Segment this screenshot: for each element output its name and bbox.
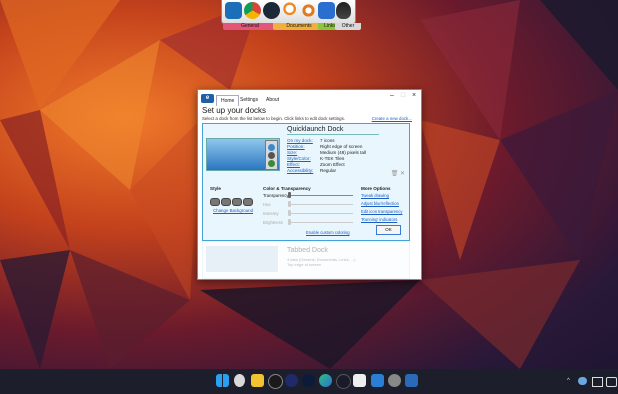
icon-transparency-link[interactable]: Edit icon transparency [361, 209, 402, 214]
top-dock-bar [221, 0, 356, 24]
onedrive-icon[interactable] [578, 377, 587, 385]
prop-icons-link[interactable]: On my dock: [287, 138, 319, 144]
network-icon[interactable] [606, 377, 617, 387]
penguin-icon[interactable] [336, 2, 351, 19]
dock-settings-window: e Home Settings About – □ × Set up your … [197, 89, 422, 280]
prop-style-link[interactable]: Style/Color: [287, 156, 319, 162]
app-icon-2[interactable] [302, 374, 315, 387]
style-options[interactable] [210, 198, 254, 208]
instructions-text: Select a dock from the list below to beg… [202, 116, 346, 121]
maximize-icon[interactable]: □ [398, 92, 408, 100]
app-logo-icon: e [201, 94, 214, 103]
slider-track [288, 213, 353, 214]
edge-icon[interactable] [319, 374, 332, 387]
hue-slider: Hue [263, 201, 353, 207]
tab-settings[interactable]: Settings [236, 95, 262, 105]
style-heading: Style [210, 186, 221, 191]
slider-thumb[interactable] [288, 192, 291, 198]
network-icon[interactable] [300, 2, 317, 19]
prop-style-value: K-TEK Tiles [320, 156, 345, 161]
chevron-up-icon[interactable]: ^ [567, 377, 570, 385]
browser-icon[interactable] [336, 374, 351, 389]
tab-about[interactable]: About [262, 95, 283, 105]
preview-dock [265, 140, 278, 170]
slider-thumb [288, 201, 291, 207]
enable-custom-coloring-link[interactable]: Enable custom coloring [306, 230, 350, 235]
brightness-slider: Brightness [263, 219, 353, 225]
style-swatch[interactable] [210, 198, 220, 206]
dock-summary-line: Top edge of screen [287, 262, 322, 267]
dock-tab-other[interactable]: Other [335, 23, 361, 30]
style-swatch[interactable] [232, 198, 242, 206]
dock-name: Quicklaunch Dock [287, 126, 344, 133]
page-title: Set up your docks [202, 106, 267, 115]
intensity-slider: Intensity [263, 210, 353, 216]
top-dock: General Documents Links Other [221, 0, 361, 30]
style-swatch[interactable] [221, 198, 231, 206]
prop-effect-value: Zoom Effect [320, 162, 345, 167]
change-background-link[interactable]: Change Background [213, 208, 253, 213]
dock-preview-image [206, 138, 280, 171]
minimize-icon[interactable]: – [387, 92, 397, 100]
prop-accessibility-link[interactable]: Accessibility: [287, 168, 319, 174]
slider-label: Hue [263, 202, 271, 207]
dock-app-icon[interactable] [405, 374, 418, 387]
dock-tab-general[interactable]: General [223, 23, 277, 30]
dock-preview-image [206, 246, 278, 272]
slider-thumb [288, 210, 291, 216]
dock-panel-tabbed[interactable]: Tabbed Dock 4 tabs (General, Documents, … [202, 241, 410, 279]
ok-button[interactable]: OK [376, 225, 401, 235]
slider-track[interactable] [288, 195, 353, 196]
delete-dock-icon[interactable]: 🗑 ✕ [391, 170, 405, 177]
search-icon[interactable] [282, 2, 299, 19]
password-manager-icon[interactable] [268, 374, 283, 389]
prop-accessibility-value: Regular [320, 168, 337, 173]
dock-name: Tabbed Dock [287, 247, 328, 254]
preview-icon [268, 152, 275, 159]
top-dock-tabs: General Documents Links Other [221, 23, 361, 30]
chrome-icon[interactable] [244, 2, 261, 19]
divider [287, 134, 379, 135]
slider-label: Intensity [263, 211, 279, 216]
prop-effect-link[interactable]: Effect: [287, 162, 319, 168]
slider-label: Transparency [263, 193, 289, 198]
dock-app-icon[interactable] [225, 2, 242, 19]
create-dock-link[interactable]: Create a new dock... [372, 116, 412, 121]
slider-thumb [288, 219, 291, 225]
prop-icons-value: 7 icons [320, 138, 335, 143]
preview-icon [268, 144, 275, 151]
mail-icon[interactable] [371, 374, 384, 387]
dock-panel-quicklaunch[interactable]: Quicklaunch Dock On my dock: 7 icons Pos… [202, 123, 410, 241]
linux-penguin-icon[interactable] [318, 2, 335, 19]
title-bar: e Home Settings About – □ × [198, 90, 421, 106]
file-explorer-icon[interactable] [251, 374, 264, 387]
dock-summary: 4 tabs (General, Documents, Links, ...) … [287, 257, 355, 267]
color-heading: Color & Transparency [263, 186, 311, 191]
app-icon[interactable] [285, 374, 298, 387]
settings-icon[interactable] [388, 374, 401, 387]
running-indicators-link[interactable]: 'Running' indicators [361, 217, 397, 222]
preview-icon [268, 160, 275, 167]
tweak-drawing-link[interactable]: Tweak drawing [361, 193, 389, 198]
more-options-heading: More Options [361, 186, 391, 191]
prop-position-link[interactable]: Position: [287, 144, 319, 150]
blur-reflection-link[interactable]: Adjust blur/reflection [361, 201, 399, 206]
steam-icon[interactable] [263, 2, 280, 19]
prop-size-link[interactable]: Size: [287, 150, 319, 156]
close-icon[interactable]: × [409, 92, 419, 100]
display-icon[interactable] [592, 377, 603, 387]
style-swatch[interactable] [243, 198, 253, 206]
prop-position-value: Right edge of screen [320, 144, 363, 149]
taskbar: ^ [0, 369, 618, 394]
slider-track [288, 204, 353, 205]
notion-icon[interactable] [353, 374, 366, 387]
slider-track [288, 222, 353, 223]
transparency-slider[interactable]: Transparency [263, 192, 353, 198]
prop-size-value: Medium (48) pixels tall [320, 150, 366, 155]
windows-start-icon[interactable] [216, 374, 229, 387]
slider-label: Brightness [263, 220, 283, 225]
weather-icon[interactable] [234, 374, 245, 387]
